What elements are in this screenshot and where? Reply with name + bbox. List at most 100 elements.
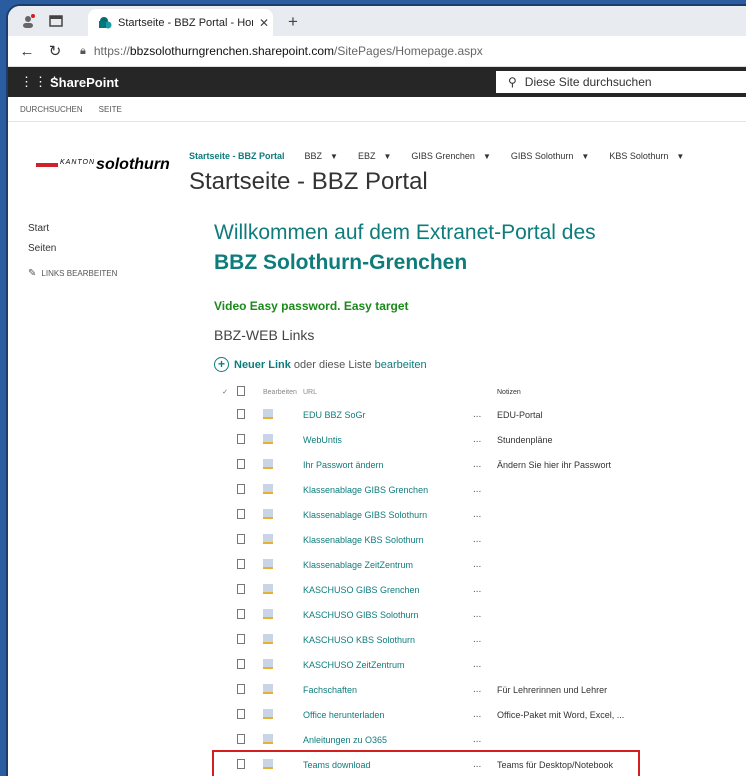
- ribbon-tab-page[interactable]: SEITE: [99, 105, 122, 114]
- tab-sharepoint[interactable]: Startseite - BBZ Portal - Homepa ✕: [88, 9, 273, 36]
- document-icon: [236, 502, 262, 527]
- table-row[interactable]: WebUntis... Stundenpläne: [214, 427, 638, 452]
- topnav-bbz[interactable]: BBZ ▼: [305, 151, 338, 161]
- back-icon[interactable]: ←: [16, 43, 38, 60]
- table-row[interactable]: Fachschaften... Für Lehrerinnen und Lehre…: [214, 677, 638, 702]
- new-tab-icon[interactable]: +: [288, 12, 298, 32]
- table-row[interactable]: Klassenablage ZeitZentrum...: [214, 552, 638, 577]
- item-menu-ellipsis[interactable]: ...: [472, 652, 496, 677]
- table-row[interactable]: KASCHUSO KBS Solothurn...: [214, 627, 638, 652]
- video-link[interactable]: Video Easy password. Easy target: [214, 299, 744, 313]
- leftnav-pages[interactable]: Seiten: [28, 243, 117, 254]
- header-url[interactable]: URL: [302, 382, 472, 402]
- table-row[interactable]: Klassenablage GIBS Grenchen...: [214, 477, 638, 502]
- edit-item-icon[interactable]: [262, 552, 302, 577]
- leftnav-start[interactable]: Start: [28, 223, 117, 234]
- item-menu-ellipsis[interactable]: ...: [472, 627, 496, 652]
- edit-item-icon[interactable]: [262, 602, 302, 627]
- welcome-heading: Willkommen auf dem Extranet-Portal des: [214, 221, 596, 244]
- ribbon-tab-browse[interactable]: DURCHSUCHEN: [20, 105, 83, 114]
- table-row[interactable]: Anleitungen zu O365...: [214, 727, 638, 752]
- table-row[interactable]: Ihr Passwort ändern... Ändern Sie hier ih…: [214, 452, 638, 477]
- edit-item-icon[interactable]: [262, 677, 302, 702]
- topnav-home[interactable]: Startseite - BBZ Portal: [189, 151, 285, 161]
- topnav-kbs-solothurn[interactable]: KBS Solothurn ▼: [609, 151, 684, 161]
- table-row[interactable]: Klassenablage GIBS Solothurn...: [214, 502, 638, 527]
- edit-item-icon[interactable]: [262, 752, 302, 776]
- edit-item-icon[interactable]: [262, 427, 302, 452]
- row-spacer: [214, 577, 236, 602]
- link-url[interactable]: Fachschaften: [303, 685, 357, 695]
- tab-actions-icon[interactable]: [48, 13, 64, 29]
- chevron-down-icon: ▼: [482, 151, 491, 161]
- link-url[interactable]: Klassenablage ZeitZentrum: [303, 560, 413, 570]
- link-url[interactable]: EDU BBZ SoGr: [303, 410, 366, 420]
- link-url[interactable]: KASCHUSO GIBS Solothurn: [303, 610, 419, 620]
- edit-list-link[interactable]: bearbeiten: [375, 359, 427, 371]
- app-launcher-icon[interactable]: ⋮⋮⋮: [20, 74, 61, 90]
- table-row[interactable]: Klassenablage KBS Solothurn...: [214, 527, 638, 552]
- table-row[interactable]: Teams download... Teams für Desktop/Noteb…: [212, 750, 640, 776]
- link-url[interactable]: Klassenablage KBS Solothurn: [303, 535, 424, 545]
- profile-icon[interactable]: [20, 13, 36, 29]
- item-menu-ellipsis[interactable]: ...: [472, 527, 496, 552]
- edit-item-icon[interactable]: [262, 577, 302, 602]
- edit-item-icon[interactable]: [262, 627, 302, 652]
- item-menu-ellipsis[interactable]: ...: [472, 752, 496, 776]
- item-menu-ellipsis[interactable]: ...: [472, 552, 496, 577]
- edit-item-icon[interactable]: [262, 502, 302, 527]
- site-logo[interactable]: KANTON solothurn: [36, 156, 170, 174]
- item-menu-ellipsis[interactable]: ...: [472, 727, 496, 752]
- link-url[interactable]: Klassenablage GIBS Grenchen: [303, 485, 428, 495]
- item-menu-ellipsis[interactable]: ...: [472, 702, 496, 727]
- item-menu-ellipsis[interactable]: ...: [472, 602, 496, 627]
- edit-item-icon[interactable]: [262, 452, 302, 477]
- header-notes[interactable]: Notizen: [496, 382, 638, 402]
- link-url[interactable]: Klassenablage GIBS Solothurn: [303, 510, 427, 520]
- link-url[interactable]: KASCHUSO KBS Solothurn: [303, 635, 415, 645]
- site-search-input[interactable]: ⚲ Diese Site durchsuchen: [496, 71, 746, 93]
- select-all-checkmark-icon[interactable]: ✓: [214, 382, 236, 402]
- table-row[interactable]: KASCHUSO GIBS Solothurn...: [214, 602, 638, 627]
- item-menu-ellipsis[interactable]: ...: [472, 477, 496, 502]
- add-icon[interactable]: +: [214, 357, 229, 372]
- item-menu-ellipsis[interactable]: ...: [472, 677, 496, 702]
- edit-links-button[interactable]: ✎ LINKS BEARBEITEN: [28, 268, 117, 279]
- link-url[interactable]: WebUntis: [303, 435, 342, 445]
- edit-item-icon[interactable]: [262, 527, 302, 552]
- new-link-button[interactable]: Neuer Link: [234, 359, 291, 371]
- top-navigation: Startseite - BBZ Portal BBZ ▼ EBZ ▼ GIBS G…: [189, 151, 704, 161]
- url-field[interactable]: 🔒︎ https://bbzsolothurngrenchen.sharepoi…: [80, 44, 483, 58]
- item-menu-ellipsis[interactable]: ...: [472, 577, 496, 602]
- table-row[interactable]: EDU BBZ SoGr... EDU-Portal: [214, 402, 638, 427]
- topnav-bbz-label: BBZ: [304, 151, 323, 161]
- table-row[interactable]: Office herunterladen... Office-Paket mit …: [214, 702, 638, 727]
- link-url[interactable]: Ihr Passwort ändern: [303, 460, 384, 470]
- link-url[interactable]: Anleitungen zu O365: [303, 735, 387, 745]
- topnav-gibs-solothurn[interactable]: GIBS Solothurn ▼: [511, 151, 589, 161]
- link-note: [496, 552, 638, 577]
- edit-item-icon[interactable]: [262, 702, 302, 727]
- table-row[interactable]: KASCHUSO GIBS Grenchen...: [214, 577, 638, 602]
- edit-item-icon[interactable]: [262, 727, 302, 752]
- ribbon: DURCHSUCHEN SEITE: [8, 97, 746, 122]
- item-menu-ellipsis[interactable]: ...: [472, 452, 496, 477]
- close-tab-icon[interactable]: ✕: [259, 16, 269, 30]
- edit-item-icon[interactable]: [262, 477, 302, 502]
- topnav-ebz[interactable]: EBZ ▼: [358, 151, 391, 161]
- edit-item-icon[interactable]: [262, 652, 302, 677]
- link-url[interactable]: Teams download: [303, 760, 371, 770]
- table-row[interactable]: KASCHUSO ZeitZentrum...: [214, 652, 638, 677]
- reload-icon[interactable]: ↻: [44, 42, 66, 60]
- link-url[interactable]: KASCHUSO GIBS Grenchen: [303, 585, 420, 595]
- suite-brand[interactable]: SharePoint: [50, 75, 119, 90]
- item-menu-ellipsis[interactable]: ...: [472, 427, 496, 452]
- link-url[interactable]: KASCHUSO ZeitZentrum: [303, 660, 405, 670]
- link-url[interactable]: Office herunterladen: [303, 710, 384, 720]
- edit-item-icon[interactable]: [262, 402, 302, 427]
- or-text: oder diese Liste: [293, 358, 372, 371]
- item-menu-ellipsis[interactable]: ...: [472, 402, 496, 427]
- item-menu-ellipsis[interactable]: ...: [472, 502, 496, 527]
- link-note: [496, 527, 638, 552]
- topnav-gibs-grenchen[interactable]: GIBS Grenchen ▼: [411, 151, 490, 161]
